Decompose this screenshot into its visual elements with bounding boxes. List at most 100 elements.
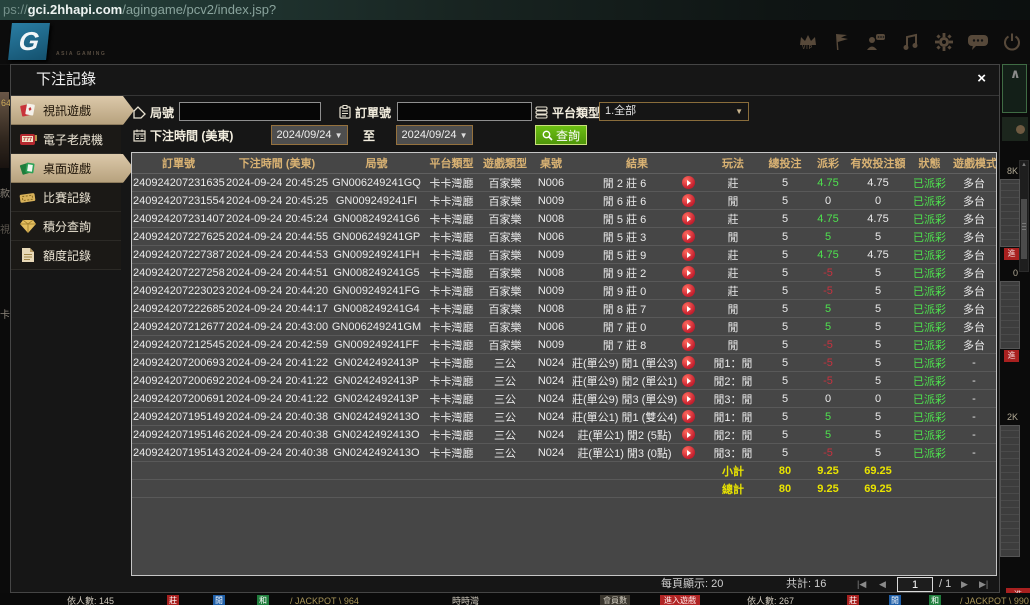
order-number-input[interactable] — [397, 102, 532, 121]
replay-play-button[interactable] — [682, 212, 695, 225]
sidebar-item-points-query[interactable]: 積分查詢 — [11, 212, 121, 241]
cell-table: N006 — [531, 318, 571, 336]
date-to-select[interactable]: 2024/09/24 ▼ — [396, 125, 473, 145]
search-button[interactable]: 查詢 — [535, 125, 587, 145]
scrollbar-thumb[interactable] — [1021, 199, 1027, 259]
sidebar-item-match-records[interactable]: 比賽記錄 — [11, 183, 121, 212]
last-page-button[interactable]: ▶| — [979, 577, 988, 591]
replay-play-button[interactable] — [682, 338, 695, 351]
sidebar-item-label: 額度記錄 — [43, 247, 91, 264]
replay-play-button[interactable] — [682, 248, 695, 261]
platform-type-label: 平台類型 — [535, 102, 600, 122]
lobby-text-fragment: / JACKPOT \ 990 — [960, 594, 1029, 605]
lobby-bottom-strip: 依人數: 145莊 28閒 27和 7/ JACKPOT \ 964時時灣會員數… — [0, 593, 1030, 605]
cell-time: 2024-09-24 20:40:38 — [225, 408, 329, 426]
cell-platform: 卡卡灣廳 — [424, 210, 479, 228]
chat-icon[interactable] — [967, 31, 988, 53]
replay-play-button[interactable] — [682, 410, 695, 423]
power-icon[interactable] — [1001, 31, 1022, 53]
cell-game: 百家樂 — [479, 192, 531, 210]
cell-amount: 5 — [763, 300, 807, 318]
vip-icon[interactable]: VIP — [797, 31, 818, 53]
sidebar-item-table-games[interactable]: 桌面遊戲 — [11, 154, 134, 183]
replay-play-button[interactable] — [682, 392, 695, 405]
sum-cell: 總計 — [703, 480, 763, 498]
cell-valid: 5 — [849, 426, 907, 444]
cell-mode: 多台 — [952, 228, 996, 246]
chevron-up-icon[interactable]: ∧ — [1010, 66, 1021, 82]
cell-platform: 卡卡灣廳 — [424, 426, 479, 444]
date-from-select[interactable]: 2024/09/24 ▼ — [271, 125, 348, 145]
lobby-table-card: 8K 進 — [1000, 166, 1020, 260]
cell-valid: 5 — [849, 372, 907, 390]
cell-order: 240924207227387 — [132, 246, 225, 264]
replay-play-button[interactable] — [682, 356, 695, 369]
sum-cell — [571, 462, 703, 480]
table-row: 2409242072126772024-09-24 20:43:00GN0062… — [132, 318, 996, 336]
lobby-scrollbar[interactable]: ▲ — [1019, 160, 1029, 272]
sidebar-item-slots[interactable]: 777 電子老虎機 — [11, 125, 121, 154]
cell-bet: 莊 — [703, 246, 763, 264]
cell-status: 已派彩 — [907, 390, 952, 408]
sum-cell — [531, 480, 571, 498]
cell-status: 已派彩 — [907, 210, 952, 228]
header-icons: VIP — [797, 31, 1022, 53]
first-page-button[interactable]: |◀ — [857, 577, 866, 591]
round-number-input[interactable] — [179, 102, 321, 121]
cell-result: 閒 9 莊 2 — [571, 264, 703, 282]
table-row: 2409242072315542024-09-24 20:45:25GN0092… — [132, 192, 996, 210]
sidebar-item-credit-records[interactable]: 額度記錄 — [11, 241, 121, 270]
replay-play-button[interactable] — [682, 176, 695, 189]
support-chat-icon[interactable] — [865, 31, 886, 53]
flag-icon[interactable] — [831, 31, 852, 53]
replay-play-button[interactable] — [682, 428, 695, 441]
column-header: 有效投注額 — [849, 153, 907, 174]
replay-play-button[interactable] — [682, 320, 695, 333]
address-bar[interactable]: ps://gci.2hhapi.com/agingame/pcv2/index.… — [0, 0, 1030, 20]
cell-round: GN008249241G5 — [329, 264, 424, 282]
sum-cell — [424, 462, 479, 480]
sidebar-item-video-games[interactable]: 視訊遊戲 — [11, 96, 134, 125]
table-row: 2409242072006922024-09-24 20:41:22GN0242… — [132, 372, 996, 390]
cell-amount: 5 — [763, 210, 807, 228]
replay-play-button[interactable] — [682, 230, 695, 243]
platform-type-select[interactable]: 1.全部▼ — [599, 102, 749, 121]
cell-time: 2024-09-24 20:40:38 — [225, 426, 329, 444]
cell-amount: 5 — [763, 318, 807, 336]
cell-payout: 5 — [807, 228, 849, 246]
enter-game-badge[interactable]: 進 — [1004, 248, 1019, 260]
replay-play-button[interactable] — [682, 446, 695, 459]
cell-time: 2024-09-24 20:41:22 — [225, 390, 329, 408]
logo-subtitle: ASIA GAMING — [56, 51, 106, 57]
cell-mode: - — [952, 354, 996, 372]
chevron-down-icon: ▼ — [735, 103, 743, 120]
cell-payout: -5 — [807, 372, 849, 390]
sum-cell — [907, 480, 952, 498]
close-icon[interactable]: × — [977, 70, 986, 87]
cell-payout: -5 — [807, 282, 849, 300]
replay-play-button[interactable] — [682, 284, 695, 297]
total-row: 總計809.2569.25 — [132, 480, 996, 498]
prev-page-button[interactable]: ◀ — [879, 577, 886, 591]
replay-play-button[interactable] — [682, 194, 695, 207]
settings-gear-icon[interactable] — [933, 31, 954, 53]
enter-game-badge[interactable]: 進 — [1004, 350, 1019, 362]
cell-amount: 5 — [763, 336, 807, 354]
replay-play-button[interactable] — [682, 266, 695, 279]
cell-order: 240924207195149 — [132, 408, 225, 426]
sum-cell: 69.25 — [849, 480, 907, 498]
next-page-button[interactable]: ▶ — [961, 577, 968, 591]
lobby-count-badge: 閒 18 — [889, 594, 899, 605]
music-icon[interactable] — [899, 31, 920, 53]
page-number-input[interactable]: 1 — [897, 577, 933, 592]
cell-order: 240924207223023 — [132, 282, 225, 300]
cell-table: N006 — [531, 228, 571, 246]
ticket-icon — [18, 188, 37, 206]
cell-platform: 卡卡灣廳 — [424, 228, 479, 246]
lobby-table-card: 2K — [1000, 412, 1020, 557]
lobby-text-fragment: 依人數: 145 — [67, 594, 114, 605]
sidebar-item-label: 桌面遊戲 — [43, 160, 91, 177]
replay-play-button[interactable] — [682, 374, 695, 387]
replay-play-button[interactable] — [682, 302, 695, 315]
cell-bet: 莊 — [703, 282, 763, 300]
